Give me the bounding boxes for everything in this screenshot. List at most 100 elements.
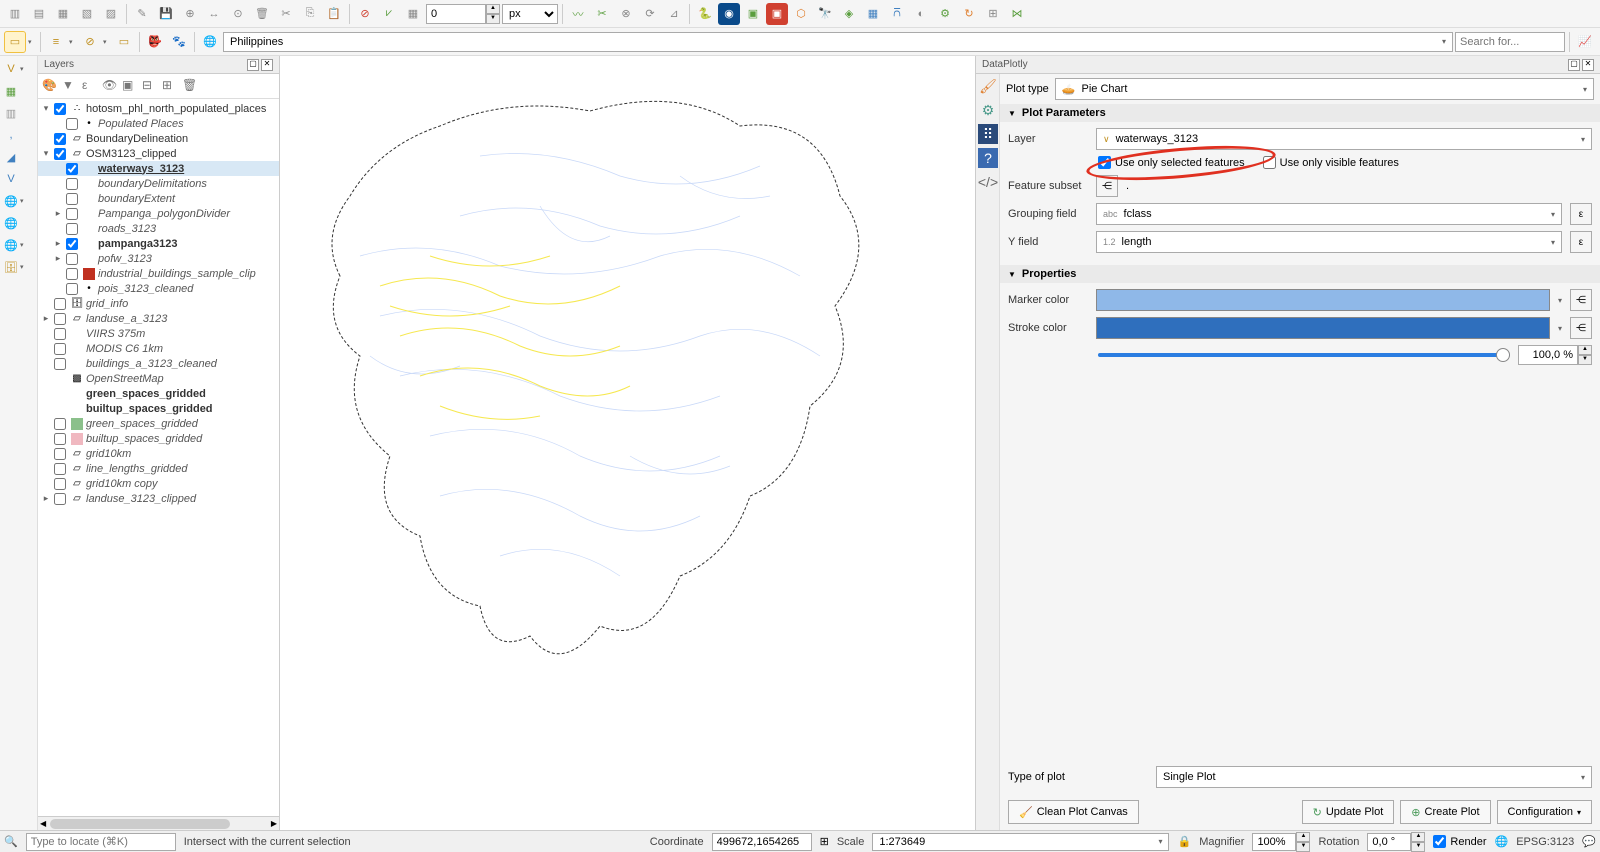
grouping-expression-button[interactable]: ε: [1570, 203, 1592, 225]
expand-toggle-icon[interactable]: ▸: [52, 208, 64, 219]
layer-row[interactable]: VIIRS 375m: [38, 326, 279, 341]
feature-subset-button[interactable]: ⋲: [1096, 175, 1118, 197]
opacity-spin-up-icon[interactable]: ▲: [1578, 345, 1592, 355]
tool-cut-icon[interactable]: ✂: [275, 3, 297, 25]
select-all-button[interactable]: ≡: [45, 31, 67, 53]
layer-row[interactable]: ▾▱OSM3123_clipped: [38, 146, 279, 161]
layer-group-icon[interactable]: ▣: [122, 78, 138, 94]
rot-up-icon[interactable]: ▲: [1411, 832, 1425, 842]
layer-row[interactable]: industrial_buildings_sample_clip: [38, 266, 279, 281]
layer-expand-icon[interactable]: ⊟: [142, 78, 158, 94]
render-checkbox[interactable]: Render: [1433, 835, 1486, 848]
tool-virtual-layer-icon[interactable]: ▨: [100, 3, 122, 25]
layer-row[interactable]: ▸Pampanga_polygonDivider: [38, 206, 279, 221]
plugin-binoculars-icon[interactable]: 🔭: [814, 3, 836, 25]
layer-visibility-checkbox[interactable]: [54, 478, 66, 490]
add-raster-layer-icon[interactable]: ▦: [2, 82, 20, 100]
layer-row[interactable]: ▱BoundaryDelineation: [38, 131, 279, 146]
scroll-right-icon[interactable]: ▶: [269, 819, 279, 828]
layer-visibility-checkbox[interactable]: [54, 343, 66, 355]
opacity-slider-thumb[interactable]: [1496, 348, 1510, 362]
unit-select[interactable]: px: [502, 4, 558, 24]
dataplotly-chart-icon[interactable]: 📈: [1574, 31, 1596, 53]
add-vector-layer-icon[interactable]: V: [2, 60, 20, 78]
stroke-color-swatch[interactable]: [1096, 317, 1550, 339]
layer-visibility-checkbox[interactable]: [66, 283, 78, 295]
select-all-dropdown-icon[interactable]: ▾: [69, 38, 77, 46]
dp-close-icon[interactable]: ✕: [1582, 59, 1594, 71]
select-by-value-button[interactable]: ▭: [113, 31, 135, 53]
scroll-thumb[interactable]: [50, 819, 230, 829]
coord-input[interactable]: [712, 833, 812, 851]
spin-down-icon[interactable]: ▼: [486, 14, 500, 24]
layer-visibility-checkbox[interactable]: [66, 223, 78, 235]
layer-row[interactable]: waterways_3123: [38, 161, 279, 176]
opacity-slider[interactable]: [1098, 353, 1510, 357]
crs-icon[interactable]: 🌐: [1495, 835, 1509, 848]
mag-down-icon[interactable]: ▼: [1296, 842, 1310, 852]
layer-row[interactable]: •Populated Places: [38, 116, 279, 131]
clean-plot-button[interactable]: 🧹 Clean Plot Canvas: [1008, 800, 1139, 824]
tool-toggle-editing-icon[interactable]: ✎: [131, 3, 153, 25]
tool-save-edits-icon[interactable]: 💾: [155, 3, 177, 25]
y-field-select[interactable]: 1.2 length ▾: [1096, 231, 1562, 253]
layer-row[interactable]: builtup_spaces_gridded: [38, 431, 279, 446]
add-wms-icon[interactable]: 🌐: [2, 192, 20, 210]
crs-value[interactable]: EPSG:3123: [1516, 836, 1574, 848]
plugin-3d-icon[interactable]: ⬡: [790, 3, 812, 25]
render-cb-input[interactable]: [1433, 835, 1446, 848]
add-vector-drop-icon[interactable]: ▾: [20, 65, 28, 73]
plugin-pca-icon[interactable]: ◐: [910, 3, 932, 25]
layer-row[interactable]: boundaryExtent: [38, 191, 279, 206]
layer-row[interactable]: ▱grid10km: [38, 446, 279, 461]
plugin-layers-icon[interactable]: ◈: [838, 3, 860, 25]
tool-copy-icon[interactable]: ⎘: [299, 3, 321, 25]
plugin-plus-icon[interactable]: ⊞: [982, 3, 1004, 25]
plot-parameters-header[interactable]: ▼ Plot Parameters: [1000, 104, 1600, 122]
create-plot-button[interactable]: ⊕ Create Plot: [1400, 800, 1490, 824]
layer-visibility-checkbox[interactable]: [54, 418, 66, 430]
dp-tab-config-icon[interactable]: ⚙: [978, 100, 998, 120]
marker-color-override-button[interactable]: ⋲: [1570, 289, 1592, 311]
panel-undock-icon[interactable]: ▢: [247, 59, 259, 71]
cb-visible-input[interactable]: [1263, 156, 1276, 169]
tool-undo-icon[interactable]: ⊘: [354, 3, 376, 25]
layer-collapse-icon[interactable]: ⊞: [162, 78, 178, 94]
spin-up-icon[interactable]: ▲: [486, 4, 500, 14]
layer-visibility-checkbox[interactable]: [54, 133, 66, 145]
plugin-gear-icon[interactable]: ⚙: [934, 3, 956, 25]
layer-row[interactable]: ▸pampanga3123: [38, 236, 279, 251]
dp-tab-code-icon[interactable]: </>: [978, 172, 998, 192]
layer-visibility-checkbox[interactable]: [54, 493, 66, 505]
extents-icon[interactable]: ⊞: [820, 835, 829, 848]
layer-row[interactable]: 🗄grid_info: [38, 296, 279, 311]
add-delimited-text-icon[interactable]: ,: [2, 126, 20, 144]
select-rect-button[interactable]: ▭: [4, 31, 26, 53]
add-wcs-icon[interactable]: 🌐: [2, 214, 20, 232]
tool-node-icon[interactable]: ⊙: [227, 3, 249, 25]
type-of-plot-select[interactable]: Single Plot ▾: [1156, 766, 1592, 788]
layer-expression-icon[interactable]: ε: [82, 78, 98, 94]
plugin-red-icon[interactable]: ▣: [766, 3, 788, 25]
plugin-graph-icon[interactable]: ⩃: [886, 3, 908, 25]
layer-row[interactable]: green_spaces_gridded: [38, 386, 279, 401]
opacity-spin-down-icon[interactable]: ▼: [1578, 355, 1592, 365]
layer-visibility-icon[interactable]: 👁: [102, 78, 118, 94]
dp-tab-brush-icon[interactable]: 🖌: [978, 76, 998, 96]
cb-selected-input[interactable]: [1098, 156, 1111, 169]
layer-row[interactable]: roads_3123: [38, 221, 279, 236]
nominatim-scope-select[interactable]: Philippines▾: [223, 32, 1453, 52]
panel-close-icon[interactable]: ✕: [261, 59, 273, 71]
tool-digitize-icon[interactable]: ⩗: [378, 3, 400, 25]
layer-row[interactable]: green_spaces_gridded: [38, 416, 279, 431]
offset-spinbox[interactable]: [426, 4, 486, 24]
expand-toggle-icon[interactable]: ▸: [40, 493, 52, 504]
add-mesh-layer-icon[interactable]: ▥: [2, 104, 20, 122]
layer-visibility-checkbox[interactable]: [66, 253, 78, 265]
scroll-left-icon[interactable]: ◀: [38, 819, 48, 828]
lock-icon[interactable]: 🔒: [1177, 835, 1191, 848]
layer-row[interactable]: ▸▱landuse_a_3123: [38, 311, 279, 326]
stroke-color-override-button[interactable]: ⋲: [1570, 317, 1592, 339]
tool-move-feature-icon[interactable]: ↔: [203, 3, 225, 25]
color-drop-icon[interactable]: ▾: [1558, 324, 1562, 333]
